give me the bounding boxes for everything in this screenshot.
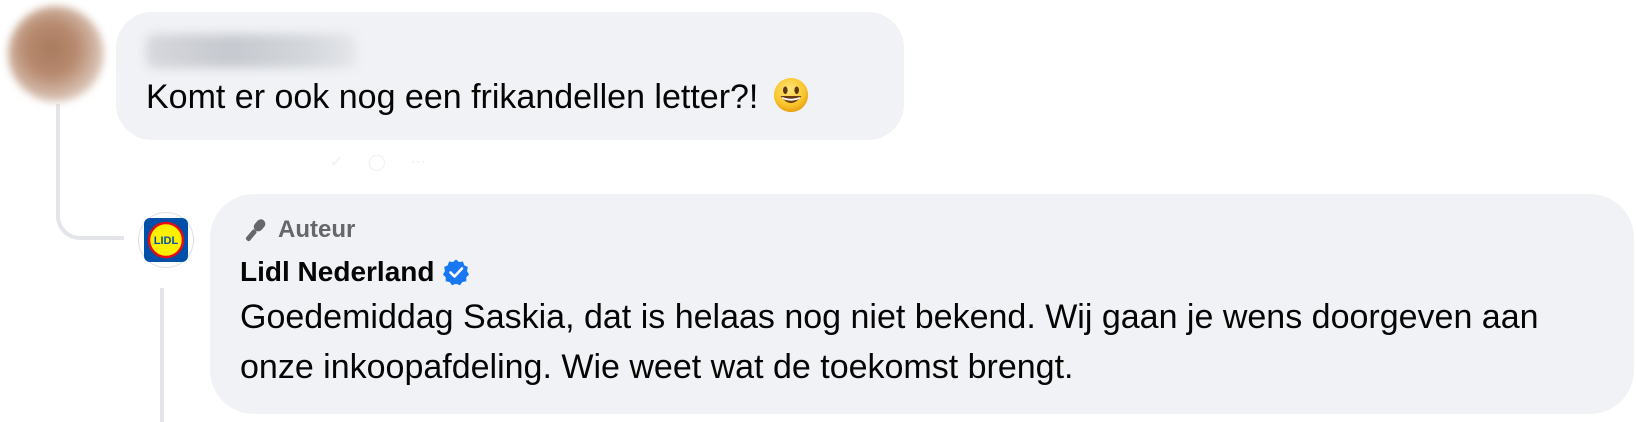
comment-text: Komt er ook nog een frikandellen letter?… bbox=[146, 78, 759, 116]
reply-text: Goedemiddag Saskia, dat is helaas nog ni… bbox=[240, 298, 1539, 386]
verified-badge-icon bbox=[443, 259, 470, 286]
reply-connector-line bbox=[160, 288, 164, 422]
author-badge: Auteur bbox=[240, 214, 355, 246]
lidl-logo-icon: LIDL bbox=[144, 218, 188, 262]
page-name-link[interactable]: Lidl Nederland bbox=[240, 256, 434, 288]
comment-bubble: Komt er ook nog een frikandellen letter?… bbox=[116, 12, 904, 140]
grinning-face-emoji-icon bbox=[773, 77, 808, 113]
page-name-row: Lidl Nederland bbox=[240, 254, 470, 290]
comment-text-row: Komt er ook nog een frikandellen letter?… bbox=[146, 76, 810, 117]
comment-thread: Komt er ook nog een frikandellen letter?… bbox=[0, 0, 1636, 422]
faint-reaction-icons: ✓ ◯ ⋯ bbox=[330, 154, 437, 171]
commenter-avatar[interactable] bbox=[8, 6, 104, 102]
author-badge-label: Auteur bbox=[278, 216, 356, 243]
microphone-icon bbox=[245, 219, 266, 242]
commenter-name-redacted[interactable] bbox=[146, 34, 356, 68]
lidl-avatar[interactable]: LIDL bbox=[138, 212, 194, 268]
reply-bubble: Auteur Lidl Nederland Goedemiddag Saskia… bbox=[210, 194, 1634, 414]
svg-text:LIDL: LIDL bbox=[154, 235, 179, 247]
thread-connector-corner bbox=[56, 196, 124, 240]
